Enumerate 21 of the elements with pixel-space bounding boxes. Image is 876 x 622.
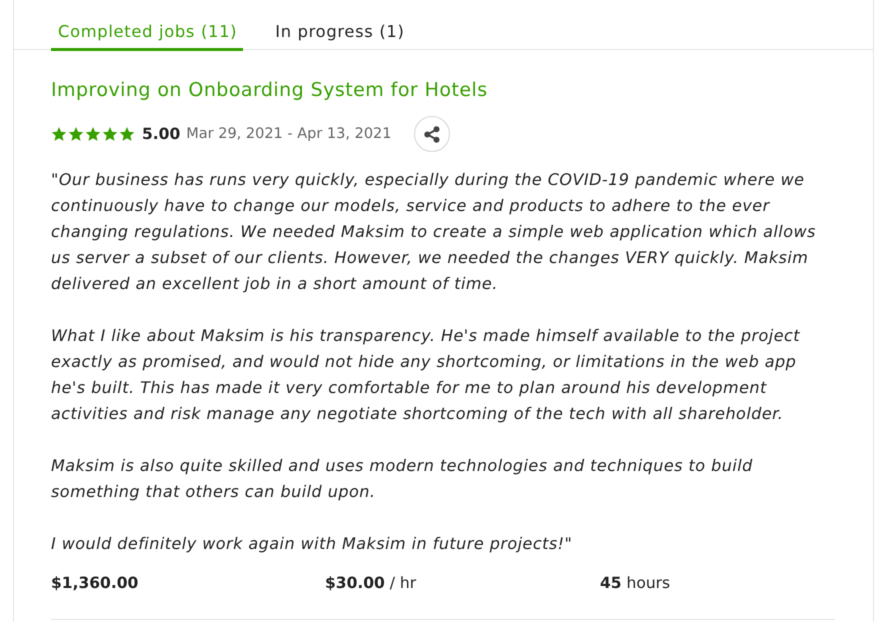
share-icon (424, 126, 440, 142)
rating-score: 5.00 (142, 125, 180, 143)
review-paragraph: "Our business has runs very quickly, especially during the COVID-19 pandemic where we continuously have to change our models, service and products to adhere to the ever changing regulations. We needed Maksim to create a simple web application which allows us server a subset of our clients. However, we needed the changes VERY quickly. Maksim delivered an excellent job in a short amount of time. (51, 169, 817, 295)
star-icon (119, 126, 135, 142)
stat-value: 45 (600, 574, 622, 592)
share-button[interactable] (414, 116, 450, 152)
job-dates: Mar 29, 2021 - Apr 13, 2021 (186, 126, 392, 142)
tab[interactable]: Completed jobs (11) (51, 0, 244, 51)
tab[interactable]: In progress (1) (268, 0, 411, 51)
stat-unit: / hr (390, 574, 416, 592)
stat-value: $1,360.00 (51, 574, 138, 592)
review-paragraph: I would definitely work again with Maksim in future projects!" (51, 533, 574, 555)
stat-value: $30.00 (325, 574, 385, 592)
star-icon (51, 126, 67, 142)
stat-unit: hours (626, 574, 670, 592)
star-icon (85, 126, 101, 142)
job-title[interactable]: Improving on Onboarding System for Hotels (51, 78, 835, 102)
star-icon (102, 126, 118, 142)
review-paragraph: Maksim is also quite skilled and uses modern technologies and techniques to build something that others can build upon. (51, 455, 754, 503)
review-paragraph: What I like about Maksim is his transparency. He's made himself available to the project exactly as promised, and would not hide any shortcoming, or limitations in the web app he's built. This has made it very comfortable for me to plan around his development activities and risk manage any negotiate shortcoming of the tech with all shareholder. (51, 325, 802, 425)
star-icon (68, 126, 84, 142)
